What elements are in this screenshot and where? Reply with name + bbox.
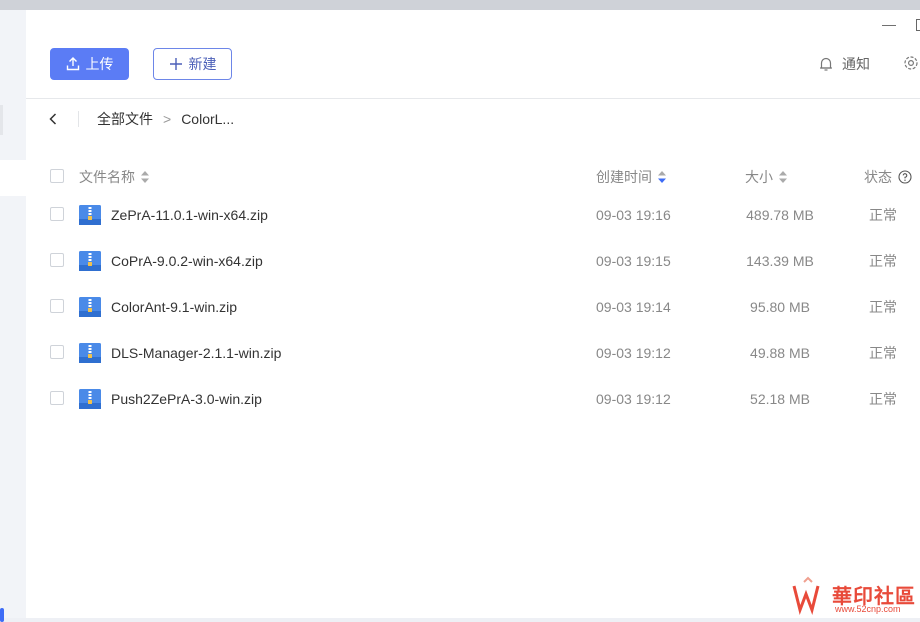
file-size: 52.18 MB <box>750 391 810 407</box>
sort-icon <box>779 171 787 183</box>
help-icon[interactable] <box>898 170 912 184</box>
new-button[interactable]: 新建 <box>153 48 232 80</box>
file-name: CoPrA-9.0.2-win-x64.zip <box>111 253 263 269</box>
column-name-label: 文件名称 <box>79 169 135 185</box>
row-checkbox[interactable] <box>50 391 64 405</box>
header-divider <box>26 98 920 99</box>
file-name-cell[interactable]: CoPrA-9.0.2-win-x64.zip <box>79 251 263 271</box>
table-row[interactable]: ColorAnt-9.1-win.zip 09-03 19:14 95.80 M… <box>26 284 920 330</box>
file-status: 正常 <box>869 391 897 407</box>
upload-button[interactable]: 上传 <box>50 48 129 80</box>
minimize-icon[interactable]: — <box>882 16 896 32</box>
file-created: 09-03 19:14 <box>596 299 671 315</box>
column-status-label: 状态 <box>864 169 892 185</box>
select-all-checkbox[interactable] <box>50 169 64 183</box>
file-name: ColorAnt-9.1-win.zip <box>111 299 238 315</box>
row-checkbox[interactable] <box>50 345 64 359</box>
column-size-header[interactable]: 大小 <box>745 167 837 187</box>
file-status: 正常 <box>869 253 897 269</box>
breadcrumb-current: ColorL... <box>181 111 235 127</box>
file-size: 95.80 MB <box>750 299 810 315</box>
column-created-label: 创建时间 <box>596 169 652 185</box>
upload-button-label: 上传 <box>85 56 114 72</box>
file-list: ZePrA-11.0.1-win-x64.zip 09-03 19:16 489… <box>26 192 920 422</box>
sidebar-selected-item[interactable] <box>0 160 26 196</box>
table-header: 文件名称 创建时间 大小 状态 <box>26 162 920 192</box>
upload-icon <box>66 57 79 71</box>
sidebar-scroll-tick <box>0 105 3 135</box>
back-icon[interactable] <box>48 112 60 126</box>
file-status: 正常 <box>869 207 897 223</box>
column-size-label: 大小 <box>745 169 773 185</box>
file-name-cell[interactable]: ColorAnt-9.1-win.zip <box>79 297 237 317</box>
plus-icon <box>169 58 182 70</box>
file-created: 09-03 19:16 <box>596 207 671 223</box>
file-created: 09-03 19:12 <box>596 345 671 361</box>
zip-file-icon <box>79 343 101 363</box>
file-name-cell[interactable]: DLS-Manager-2.1.1-win.zip <box>79 343 281 363</box>
zip-file-icon <box>79 251 101 271</box>
watermark-url: www.52cnp.com <box>835 604 901 614</box>
sort-desc-icon <box>658 171 666 183</box>
maximize-icon[interactable] <box>916 19 920 31</box>
file-size: 489.78 MB <box>746 207 814 223</box>
file-name-cell[interactable]: ZePrA-11.0.1-win-x64.zip <box>79 205 268 225</box>
file-status: 正常 <box>869 299 897 315</box>
file-name: DLS-Manager-2.1.1-win.zip <box>111 345 282 361</box>
file-name: ZePrA-11.0.1-win-x64.zip <box>111 207 268 223</box>
breadcrumb-root[interactable]: 全部文件 <box>97 109 153 129</box>
notify-label: 通知 <box>842 56 870 72</box>
bell-icon <box>820 57 832 71</box>
row-checkbox[interactable] <box>50 253 64 267</box>
gear-icon[interactable] <box>902 54 920 72</box>
column-status-header: 状态 <box>864 167 912 187</box>
chevron-right-icon: > <box>163 111 172 127</box>
file-table: 文件名称 创建时间 大小 状态 ZePrA-11.0.1-win-x64.zip… <box>26 162 920 422</box>
file-size: 49.88 MB <box>750 345 810 361</box>
sidebar <box>0 10 26 622</box>
zip-file-icon <box>79 389 101 409</box>
notify-button[interactable]: 通知 <box>818 54 870 74</box>
table-row[interactable]: ZePrA-11.0.1-win-x64.zip 09-03 19:16 489… <box>26 192 920 238</box>
file-status: 正常 <box>869 345 897 361</box>
file-created: 09-03 19:12 <box>596 391 671 407</box>
file-name-cell[interactable]: Push2ZePrA-3.0-win.zip <box>79 389 262 409</box>
file-name: Push2ZePrA-3.0-win.zip <box>111 391 262 407</box>
zip-file-icon <box>79 205 101 225</box>
file-size: 143.39 MB <box>746 253 814 269</box>
breadcrumb: 全部文件 > ColorL... <box>48 109 234 129</box>
breadcrumb-divider <box>78 111 79 127</box>
row-checkbox[interactable] <box>50 299 64 313</box>
sidebar-indicator <box>0 608 4 622</box>
new-button-label: 新建 <box>188 56 217 72</box>
window-top-strip <box>0 0 920 10</box>
table-row[interactable]: DLS-Manager-2.1.1-win.zip 09-03 19:12 49… <box>26 330 920 376</box>
main-panel: — 上传 新建 通知 全部文件 > ColorL... 文件名称 创建时间 大小… <box>26 10 920 618</box>
column-name-header[interactable]: 文件名称 <box>79 167 149 187</box>
table-row[interactable]: Push2ZePrA-3.0-win.zip 09-03 19:12 52.18… <box>26 376 920 422</box>
row-checkbox[interactable] <box>50 207 64 221</box>
sort-icon <box>141 171 149 183</box>
file-created: 09-03 19:15 <box>596 253 671 269</box>
table-row[interactable]: CoPrA-9.0.2-win-x64.zip 09-03 19:15 143.… <box>26 238 920 284</box>
zip-file-icon <box>79 297 101 317</box>
column-created-header[interactable]: 创建时间 <box>596 167 666 187</box>
